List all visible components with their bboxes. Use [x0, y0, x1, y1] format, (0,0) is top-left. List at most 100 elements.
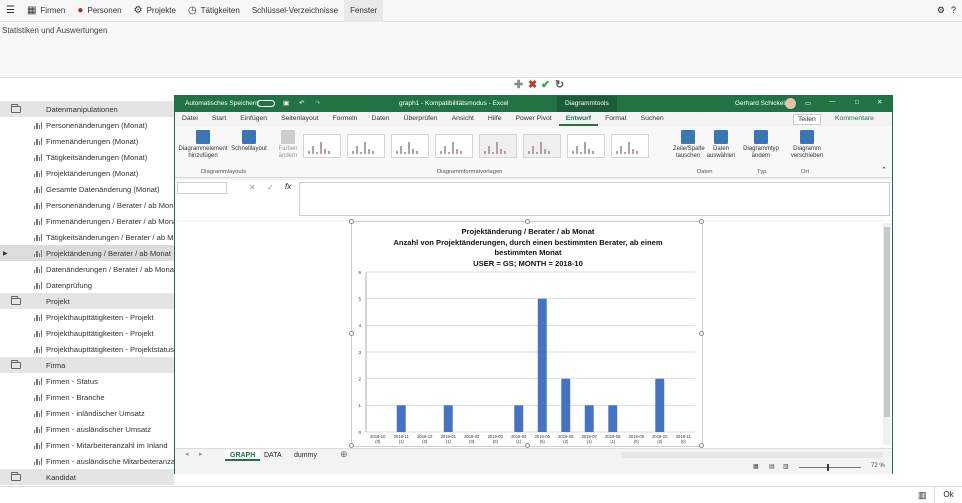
switch-row-column-button[interactable]: Zeile/Spalte tauschen [673, 130, 705, 160]
zoom-handle[interactable] [827, 464, 829, 471]
chart-style-thumbnail[interactable] [391, 134, 429, 158]
add-chart-element-button[interactable]: Diagrammelement hinzufügen [177, 130, 229, 160]
chart-style-thumbnail[interactable] [303, 134, 341, 158]
excel-tab[interactable]: Ansicht [445, 112, 481, 126]
tree-item[interactable]: Firmenänderungen / Berater / ab Monat [0, 213, 174, 229]
sheet-next-icon[interactable]: ▸ [199, 450, 203, 458]
change-chart-type-button[interactable]: Diagrammtyp ändern [741, 130, 781, 160]
redo-icon[interactable]: ↷ [315, 99, 320, 107]
chart-style-thumbnail[interactable] [523, 134, 561, 158]
excel-tab[interactable]: Suchen [634, 112, 671, 126]
tree-item[interactable]: Firmen - Status [0, 373, 174, 389]
tree-group[interactable]: Kandidat [0, 469, 174, 485]
menu-list-button[interactable]: ☰ [0, 0, 21, 22]
zoom-slider[interactable] [799, 467, 861, 468]
menu-taetigkeiten[interactable]: ◷ Tätigkeiten [182, 0, 246, 22]
normal-view-icon[interactable]: ▦ [753, 463, 759, 470]
excel-tab[interactable]: Einfügen [233, 112, 274, 126]
excel-tab[interactable]: Seitenlayout [274, 112, 325, 126]
tree-item[interactable]: Personenänderungen (Monat) [0, 117, 174, 133]
chart-resize-handle[interactable] [525, 219, 530, 224]
chart-resize-handle[interactable] [349, 331, 354, 336]
tree-item[interactable]: Datenänderungen / Berater / ab Monat [0, 261, 174, 277]
sheet-tab-graph[interactable]: GRAPH [225, 450, 261, 461]
excel-tab[interactable]: Format [598, 112, 634, 126]
sheet-tab-dummy[interactable]: dummy [289, 450, 322, 461]
chart-style-thumbnail[interactable] [347, 134, 385, 158]
chart-resize-handle[interactable] [699, 219, 704, 224]
formula-input[interactable] [299, 182, 890, 216]
tree-item[interactable]: ▶ Projektänderung / Berater / ab Monat [0, 245, 174, 261]
tree-item[interactable]: Firmen - inländischer Umsatz [0, 405, 174, 421]
tree-item[interactable]: Firmen - ausländischer Umsatz [0, 421, 174, 437]
tree-item[interactable]: Gesamte Datenänderung (Monat) [0, 181, 174, 197]
excel-tab[interactable]: Datei [175, 112, 205, 126]
undo-icon[interactable]: ↶ [299, 99, 304, 107]
excel-tab[interactable]: Hilfe [481, 112, 509, 126]
menu-personen[interactable]: ● Personen [71, 0, 127, 22]
name-box[interactable] [177, 182, 227, 194]
excel-tab[interactable]: Power Pivot [509, 112, 559, 126]
tree-group[interactable]: Datenmanipulationen [0, 101, 174, 117]
tree-item[interactable]: Tätigkeitsänderungen / Berater / ab Mona… [0, 229, 174, 245]
delete-icon[interactable]: ✖ [528, 78, 537, 91]
excel-tab[interactable]: Überprüfen [397, 112, 445, 126]
move-chart-button[interactable]: Diagramm verschieben [787, 130, 827, 160]
tree-item[interactable]: Projekthaupttätigkeiten - Projekt [0, 325, 174, 341]
save-icon[interactable]: ▣ [283, 99, 289, 107]
tree-item[interactable]: Tätigkeitsänderungen (Monat) [0, 149, 174, 165]
help-icon[interactable]: ? [951, 6, 956, 15]
refresh-icon[interactable]: ↻ [555, 78, 564, 91]
share-button[interactable]: Teilen [793, 114, 821, 125]
chart-style-thumbnail[interactable] [611, 134, 649, 158]
tree-item[interactable]: Firmen - Mitarbeiteranzahl im Inland [0, 437, 174, 453]
add-icon[interactable]: ✚ [514, 78, 523, 91]
ribbon-options-icon[interactable]: ▭ [805, 99, 811, 107]
confirm-icon[interactable]: ✔ [541, 78, 550, 91]
change-colors-button[interactable]: Farben ändern [273, 130, 303, 160]
tree-item[interactable]: Projekthaupttätigkeiten - Projekt [0, 309, 174, 325]
function-icon[interactable]: fx [285, 182, 291, 191]
excel-tab[interactable]: Formeln [326, 112, 365, 126]
vertical-scrollbar[interactable] [883, 223, 891, 445]
excel-tab[interactable]: Daten [364, 112, 396, 126]
tree-item[interactable]: Projektänderungen (Monat) [0, 165, 174, 181]
horizontal-scrollbar[interactable] [621, 452, 883, 458]
excel-tab[interactable]: Start [205, 112, 233, 126]
tree-item[interactable]: Datenprüfung [0, 277, 174, 293]
tree-item[interactable]: Personenänderung / Berater / ab Monat [0, 197, 174, 213]
menu-projekte[interactable]: ⚙ Projekte [128, 0, 182, 22]
select-data-button[interactable]: Daten auswählen [705, 130, 737, 160]
comments-button[interactable]: Kommentare [831, 114, 878, 123]
tree-item[interactable]: Firmenänderungen (Monat) [0, 133, 174, 149]
chart-style-thumbnail[interactable] [567, 134, 605, 158]
menu-firmen[interactable]: ▦ Firmen [21, 0, 71, 22]
ok-button[interactable]: Ok [934, 487, 962, 503]
excel-tab[interactable]: Entwurf [558, 112, 599, 126]
page-layout-icon[interactable]: ▤ [769, 463, 775, 470]
tree-group[interactable]: Projekt [0, 293, 174, 309]
sheet-prev-icon[interactable]: ◂ [185, 450, 189, 458]
add-sheet-icon[interactable]: ⊕ [340, 449, 348, 460]
tree-group[interactable]: Firma [0, 357, 174, 373]
chart-style-thumbnail[interactable] [435, 134, 473, 158]
tree-item[interactable]: Firmen - ausländische Mitarbeiteranzahl [0, 453, 174, 469]
page-break-icon[interactable]: ▥ [783, 463, 789, 470]
quick-layout-button[interactable]: Schnelllayout [229, 130, 269, 153]
settings-icon[interactable]: ⚙ [937, 6, 945, 15]
chart-area[interactable]: 0 1 2 3 4 5 6 2018-10 (0) 2018-11 (1) 2018-12 (0) 201… [349, 219, 704, 448]
chart-style-thumbnail[interactable] [479, 134, 517, 158]
minimize-icon[interactable]: — [829, 98, 836, 105]
menu-fenster[interactable]: Fenster [344, 0, 384, 22]
tree-item[interactable]: Firmen - Branche [0, 389, 174, 405]
maximize-icon[interactable]: □ [855, 99, 859, 106]
collapse-ribbon-icon[interactable]: ⌃ [881, 166, 887, 174]
cancel-formula-icon[interactable]: ✕ [249, 183, 256, 192]
tree-item[interactable]: Projekthaupttätigkeiten - Projektstatus [0, 341, 174, 357]
chart-resize-handle[interactable] [699, 331, 704, 336]
close-icon[interactable]: ✕ [877, 98, 882, 106]
autosave-toggle[interactable] [257, 100, 275, 107]
avatar[interactable] [785, 98, 796, 109]
sheet-tab-data[interactable]: DATA [259, 450, 287, 461]
enter-formula-icon[interactable]: ✓ [267, 183, 274, 192]
